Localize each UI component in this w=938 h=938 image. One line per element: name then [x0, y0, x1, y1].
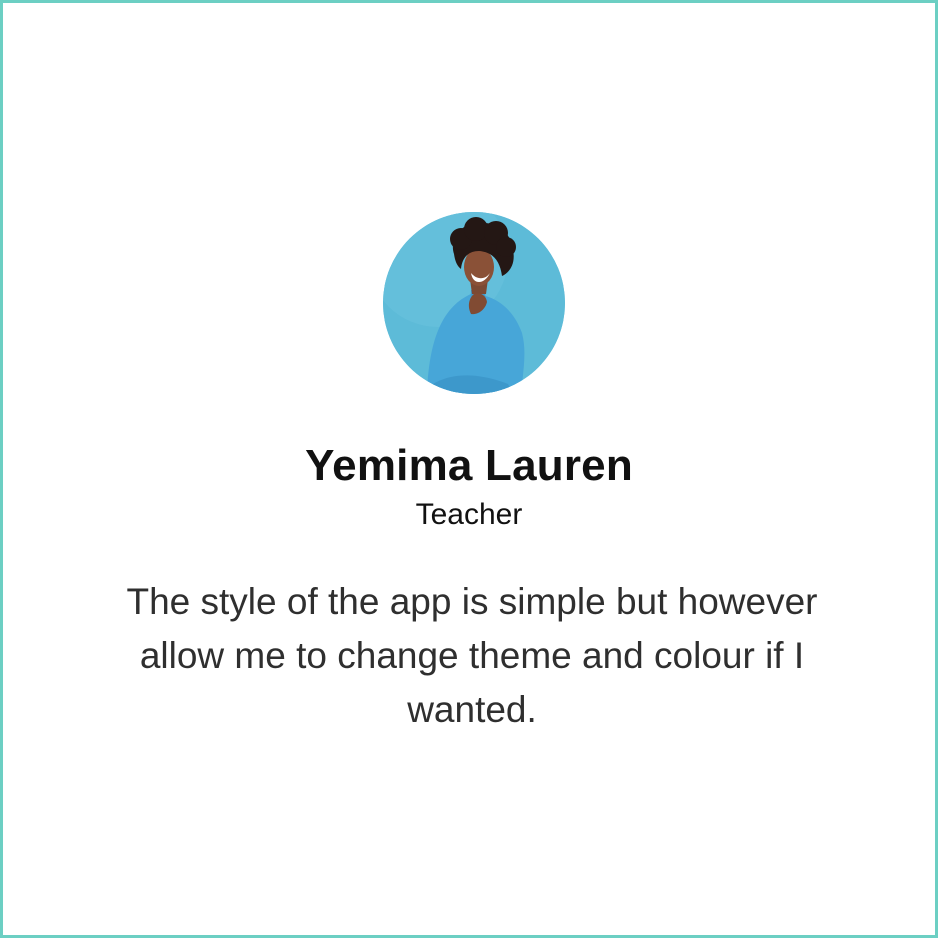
person-photo-icon — [383, 212, 565, 394]
person-role: Teacher — [415, 498, 523, 531]
testimonial-quote: The style of the app is simple but howev… — [126, 581, 818, 730]
person-name: Yemima Lauren — [305, 441, 633, 490]
testimonial-card: Yemima Lauren Teacher The style of the a… — [0, 0, 938, 938]
avatar — [383, 212, 565, 394]
